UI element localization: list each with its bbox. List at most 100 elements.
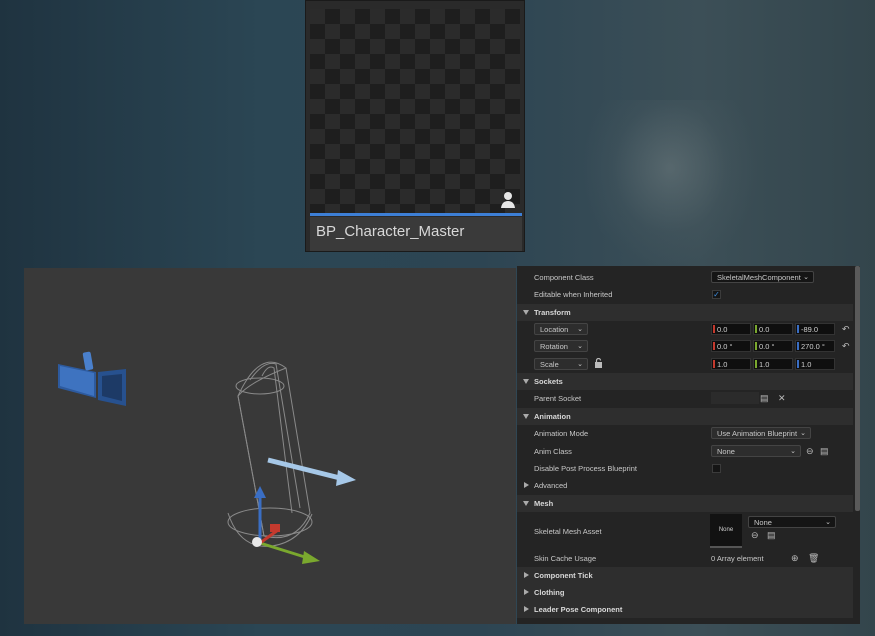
chevron-down-icon: ⌄ <box>803 274 809 281</box>
skeletal-mesh-asset-row: Skeletal Mesh Asset None None ⌄ ⊖ ▤ <box>517 514 853 550</box>
collapse-arrow-icon <box>523 501 529 506</box>
component-class-label: Component Class <box>534 273 594 282</box>
scale-mode-label: Scale <box>540 360 559 369</box>
details-scrollbar[interactable] <box>855 266 860 511</box>
animation-mode-row: Animation Mode Use Animation Blueprint ⌄ <box>517 425 853 442</box>
rotation-mode-label: Rotation <box>540 342 568 351</box>
collapse-arrow-icon <box>523 379 529 384</box>
transform-title: Transform <box>534 308 571 317</box>
location-y-field[interactable]: 0.0 <box>753 323 793 335</box>
clear-x-icon[interactable]: ✕ <box>778 392 786 405</box>
location-z-field[interactable]: -89.0 <box>795 323 835 335</box>
parent-socket-row: Parent Socket ▤ ✕ <box>517 390 853 407</box>
editable-when-inherited-row: Editable when Inherited ✓ <box>517 286 853 303</box>
location-x-field[interactable]: 0.0 <box>711 323 751 335</box>
clothing-category[interactable]: Clothing <box>517 584 853 601</box>
unlock-icon[interactable] <box>594 357 603 372</box>
component-tick-category[interactable]: Component Tick <box>517 567 853 584</box>
anim-class-dropdown[interactable]: None ⌄ <box>711 445 801 457</box>
asset-type-color-bar <box>310 213 522 216</box>
expand-arrow-icon <box>524 606 529 612</box>
skin-cache-usage-row: Skin Cache Usage 0 Array element ⊕ 🗑 <box>517 550 853 567</box>
leader-pose-component-category[interactable]: Leader Pose Component <box>517 601 853 618</box>
rotation-x-field[interactable]: 0.0 ° <box>711 340 751 352</box>
location-row: Location ⌄ 0.0 0.0 -89.0 ↶ <box>517 321 853 338</box>
expand-arrow-icon <box>524 572 529 578</box>
reset-arrow-icon[interactable]: ↶ <box>842 323 850 336</box>
use-selected-arrow-icon[interactable]: ⊖ <box>806 445 814 458</box>
browse-folder-icon[interactable]: ▤ <box>760 392 769 405</box>
rotation-row: Rotation ⌄ 0.0 ° 0.0 ° 270.0 ° ↶ <box>517 338 853 355</box>
disable-post-process-row: Disable Post Process Blueprint <box>517 460 853 477</box>
skin-cache-usage-label: Skin Cache Usage <box>534 554 597 563</box>
location-mode-label: Location <box>540 325 569 334</box>
mesh-title: Mesh <box>534 499 554 508</box>
asset-thumbnail-tile[interactable]: BP_Character_Master <box>305 0 525 252</box>
rotation-mode-dropdown[interactable]: Rotation ⌄ <box>534 340 588 352</box>
skin-cache-usage-value: 0 Array element <box>711 554 764 563</box>
component-class-row: Component Class SkeletalMeshComponent ⌄ <box>517 269 853 286</box>
advanced-label: Advanced <box>534 481 568 490</box>
scale-mode-dropdown[interactable]: Scale ⌄ <box>534 358 588 370</box>
asset-preview <box>310 9 520 213</box>
anim-class-label: Anim Class <box>534 447 572 456</box>
component-tick-title: Component Tick <box>534 571 593 580</box>
chevron-down-icon: ⌄ <box>825 519 831 526</box>
disable-post-process-checkbox[interactable] <box>712 464 721 473</box>
leader-pose-component-title: Leader Pose Component <box>534 605 623 614</box>
parent-socket-label: Parent Socket <box>534 394 582 403</box>
chevron-down-icon: ⌄ <box>577 361 583 368</box>
transform-category[interactable]: Transform <box>517 304 853 321</box>
add-element-icon[interactable]: ⊕ <box>791 552 799 565</box>
details-panel: Component Class SkeletalMeshComponent ⌄ … <box>517 266 860 624</box>
component-class-value: SkeletalMeshComponent <box>717 273 801 282</box>
animation-mode-label: Animation Mode <box>534 429 589 438</box>
reset-arrow-icon[interactable]: ↶ <box>842 340 850 353</box>
viewport[interactable] <box>24 268 516 624</box>
skeletal-mesh-dropdown[interactable]: None ⌄ <box>748 516 836 528</box>
forward-direction-arrow <box>267 457 356 486</box>
skeletal-mesh-value: None <box>754 518 772 527</box>
collapse-arrow-icon <box>523 310 529 315</box>
animation-category[interactable]: Animation <box>517 408 853 425</box>
expand-arrow-icon <box>524 589 529 595</box>
asset-name: BP_Character_Master <box>310 217 522 251</box>
background-figure <box>580 100 760 270</box>
animation-title: Animation <box>534 412 571 421</box>
component-class-dropdown[interactable]: SkeletalMeshComponent ⌄ <box>711 271 814 283</box>
camera-component-icon[interactable] <box>58 351 126 406</box>
scale-z-field[interactable]: 1.0 <box>795 358 835 370</box>
trash-icon[interactable]: 🗑 <box>808 552 819 565</box>
browse-folder-icon[interactable]: ▤ <box>820 445 829 458</box>
rotation-z-field[interactable]: 270.0 ° <box>795 340 835 352</box>
skeletal-mesh-asset-label: Skeletal Mesh Asset <box>534 527 602 536</box>
use-selected-arrow-icon[interactable]: ⊖ <box>751 529 759 542</box>
skeletal-mesh-thumbnail[interactable]: None <box>710 514 742 548</box>
chevron-down-icon: ⌄ <box>790 448 796 455</box>
anim-class-value: None <box>717 447 735 456</box>
animation-mode-dropdown[interactable]: Use Animation Blueprint ⌄ <box>711 427 811 439</box>
animation-mode-value: Use Animation Blueprint <box>717 429 798 438</box>
expand-arrow-icon <box>524 482 529 488</box>
parent-socket-field[interactable] <box>711 392 759 404</box>
skeletal-mesh-person-icon <box>500 191 516 214</box>
advanced-row[interactable]: Advanced <box>517 477 853 494</box>
sockets-category[interactable]: Sockets <box>517 373 853 390</box>
anim-class-row: Anim Class None ⌄ ⊖ ▤ <box>517 443 853 460</box>
scale-y-field[interactable]: 1.0 <box>753 358 793 370</box>
clothing-title: Clothing <box>534 588 565 597</box>
capsule-collision-wireframe[interactable] <box>227 361 313 547</box>
editable-when-inherited-checkbox[interactable]: ✓ <box>712 290 721 299</box>
chevron-down-icon: ⌄ <box>577 343 583 350</box>
sockets-title: Sockets <box>534 377 563 386</box>
scale-x-field[interactable]: 1.0 <box>711 358 751 370</box>
chevron-down-icon: ⌄ <box>800 430 806 437</box>
location-mode-dropdown[interactable]: Location ⌄ <box>534 323 588 335</box>
mesh-category[interactable]: Mesh <box>517 495 853 512</box>
scale-row: Scale ⌄ 1.0 1.0 1.0 <box>517 356 853 373</box>
rotation-y-field[interactable]: 0.0 ° <box>753 340 793 352</box>
browse-folder-icon[interactable]: ▤ <box>767 529 776 542</box>
editable-when-inherited-label: Editable when Inherited <box>534 290 613 299</box>
chevron-down-icon: ⌄ <box>577 326 583 333</box>
collapse-arrow-icon <box>523 414 529 419</box>
